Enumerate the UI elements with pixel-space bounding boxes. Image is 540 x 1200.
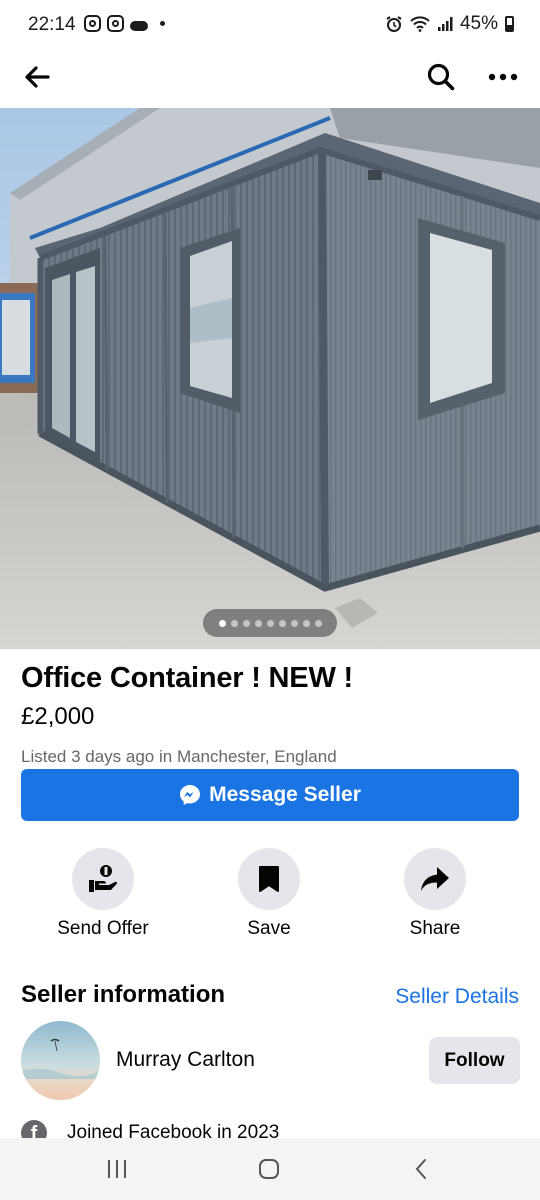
carousel-dot [218,619,226,627]
save-action[interactable]: Save [209,848,329,940]
recent-apps-icon [108,1160,126,1178]
back-arrow-icon [25,66,50,88]
seller-section-title: Seller information [21,981,226,1008]
notification-icons [84,15,165,32]
share-action[interactable]: Share [375,848,495,940]
chevron-left-icon [415,1159,426,1179]
seller-avatar-image [21,1021,100,1100]
search-icon [427,63,455,91]
avatar[interactable] [21,1021,100,1100]
share-button[interactable] [404,848,466,910]
carousel-dot [290,619,298,627]
wifi-icon [410,16,430,32]
search-button[interactable] [422,58,460,96]
more-options-button[interactable] [484,60,522,94]
battery-percent: 45% [459,13,498,34]
office-container-photo [0,108,540,649]
follow-button[interactable]: Follow [429,1037,520,1084]
more-notifications-icon [160,21,165,26]
signal-icon [437,17,453,31]
bookmark-icon [259,866,279,892]
status-time: 22:14 [28,14,76,35]
carousel-dot [266,619,274,627]
listing-photo[interactable] [0,108,540,649]
back-button[interactable] [20,60,54,94]
send-offer-label: Send Offer [57,918,149,939]
share-label: Share [409,918,461,939]
cloud-icon [130,20,148,31]
system-icons: 45% [385,13,514,35]
carousel-dot [302,619,310,627]
message-seller-label: Message Seller [209,783,361,806]
carousel-dot [230,619,238,627]
instagram-icon [107,15,124,32]
listing-price: £2,000 [21,703,95,730]
photo-carousel-indicator[interactable] [203,609,337,637]
seller-details-link[interactable]: Seller Details [395,985,519,1009]
save-button[interactable] [238,848,300,910]
listing-title: Office Container ! NEW ! [21,662,353,694]
system-navigation-bar [0,1138,540,1200]
carousel-dot [254,619,262,627]
home-icon [259,1159,279,1179]
message-seller-button[interactable]: Message Seller [21,769,519,821]
alarm-icon [386,16,402,32]
share-arrow-icon [421,867,449,891]
instagram-icon [84,15,101,32]
home-button[interactable] [252,1154,286,1184]
carousel-dot [314,619,322,627]
status-bar: 22:14 45% [0,0,540,50]
save-label: Save [247,918,291,939]
carousel-dot [278,619,286,627]
messenger-icon [180,785,201,805]
seller-name[interactable]: Murray Carlton [116,1048,255,1072]
listing-meta: Listed 3 days ago in Manchester, England [21,747,337,766]
system-back-button[interactable] [404,1154,438,1184]
recent-apps-button[interactable] [100,1154,134,1184]
send-offer-button[interactable] [72,848,134,910]
send-offer-action[interactable]: Send Offer [43,848,163,940]
more-icon [488,73,518,81]
send-offer-icon [89,865,118,892]
carousel-dot [242,619,250,627]
battery-icon [505,16,514,32]
top-navigation [0,50,540,108]
